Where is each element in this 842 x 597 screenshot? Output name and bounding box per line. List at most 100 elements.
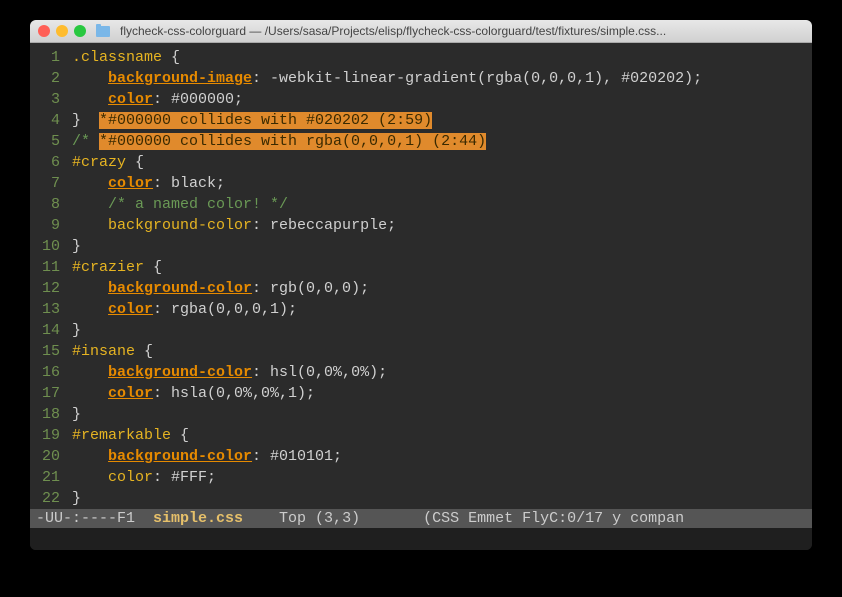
- code-token: [72, 469, 108, 486]
- code-content[interactable]: background-color: hsl(0,0%,0%);: [72, 362, 812, 383]
- code-token: : rgba(0,0,0,1);: [153, 301, 297, 318]
- code-token: [72, 91, 108, 108]
- code-token: }: [72, 322, 81, 339]
- code-content[interactable]: }: [72, 404, 812, 425]
- code-token: background-color: [108, 280, 252, 297]
- code-content[interactable]: }: [72, 320, 812, 341]
- code-token: : -webkit-linear-gradient(rgba(0,0,0,1),…: [252, 70, 702, 87]
- code-token: : #010101;: [252, 448, 342, 465]
- code-token: #crazier: [72, 259, 144, 276]
- line-number: 15: [30, 341, 72, 362]
- code-content[interactable]: color: hsla(0,0%,0%,1);: [72, 383, 812, 404]
- line-number: 12: [30, 278, 72, 299]
- code-line[interactable]: 13 color: rgba(0,0,0,1);: [30, 299, 812, 320]
- code-token: [72, 280, 108, 297]
- code-line[interactable]: 8 /* a named color! */: [30, 194, 812, 215]
- code-token: color: [108, 91, 153, 108]
- line-number: 19: [30, 425, 72, 446]
- code-line[interactable]: 21 color: #FFF;: [30, 467, 812, 488]
- code-content[interactable]: color: rgba(0,0,0,1);: [72, 299, 812, 320]
- minibuffer[interactable]: [30, 528, 812, 550]
- line-number: 16: [30, 362, 72, 383]
- modeline-modes: (CSS Emmet FlyC:0/17 y compan: [423, 510, 684, 527]
- code-line[interactable]: 15#insane {: [30, 341, 812, 362]
- code-content[interactable]: }: [72, 488, 812, 509]
- code-line[interactable]: 16 background-color: hsl(0,0%,0%);: [30, 362, 812, 383]
- code-content[interactable]: color: #FFF;: [72, 467, 812, 488]
- code-token: background-color: [108, 448, 252, 465]
- code-line[interactable]: 2 background-image: -webkit-linear-gradi…: [30, 68, 812, 89]
- code-token: }: [72, 490, 81, 507]
- code-content[interactable]: #crazy {: [72, 152, 812, 173]
- code-line[interactable]: 19#remarkable {: [30, 425, 812, 446]
- code-line[interactable]: 9 background-color: rebeccapurple;: [30, 215, 812, 236]
- line-number: 18: [30, 404, 72, 425]
- code-token: [72, 196, 108, 213]
- code-line[interactable]: 1.classname {: [30, 47, 812, 68]
- code-content[interactable]: /* *#000000 collides with rgba(0,0,0,1) …: [72, 131, 812, 152]
- code-content[interactable]: } *#000000 collides with #020202 (2:59): [72, 110, 812, 131]
- line-number: 21: [30, 467, 72, 488]
- code-content[interactable]: color: black;: [72, 173, 812, 194]
- code-line[interactable]: 6#crazy {: [30, 152, 812, 173]
- code-token: : hsla(0,0%,0%,1);: [153, 385, 315, 402]
- code-token: {: [144, 259, 162, 276]
- code-line[interactable]: 22}: [30, 488, 812, 509]
- code-line[interactable]: 18}: [30, 404, 812, 425]
- code-token: *#000000 collides with #020202 (2:59): [99, 112, 432, 129]
- modeline: -UU-:----F1 simple.css Top (3,3) (CSS Em…: [30, 509, 812, 528]
- code-content[interactable]: .classname {: [72, 47, 812, 68]
- code-token: : #FFF;: [153, 469, 216, 486]
- code-content[interactable]: }: [72, 236, 812, 257]
- code-token: color: [108, 175, 153, 192]
- editor-window: flycheck-css-colorguard — /Users/sasa/Pr…: [30, 20, 812, 550]
- code-content[interactable]: #remarkable {: [72, 425, 812, 446]
- code-line[interactable]: 14}: [30, 320, 812, 341]
- line-number: 10: [30, 236, 72, 257]
- code-line[interactable]: 5/* *#000000 collides with rgba(0,0,0,1)…: [30, 131, 812, 152]
- code-content[interactable]: #insane {: [72, 341, 812, 362]
- code-line[interactable]: 10}: [30, 236, 812, 257]
- line-number: 5: [30, 131, 72, 152]
- code-token: color: [108, 469, 153, 486]
- code-editor[interactable]: 1.classname {2 background-image: -webkit…: [30, 43, 812, 509]
- code-content[interactable]: background-image: -webkit-linear-gradien…: [72, 68, 812, 89]
- code-token: : rgb(0,0,0);: [252, 280, 369, 297]
- code-token: background-color: [108, 217, 252, 234]
- code-token: {: [126, 154, 144, 171]
- line-number: 4: [30, 110, 72, 131]
- close-icon[interactable]: [38, 25, 50, 37]
- modeline-status: -UU-:----F1: [36, 510, 153, 527]
- line-number: 17: [30, 383, 72, 404]
- code-token: : #000000;: [153, 91, 243, 108]
- maximize-icon[interactable]: [74, 25, 86, 37]
- code-line[interactable]: 7 color: black;: [30, 173, 812, 194]
- code-token: : rebeccapurple;: [252, 217, 396, 234]
- code-token: background-color: [108, 364, 252, 381]
- minimize-icon[interactable]: [56, 25, 68, 37]
- code-content[interactable]: background-color: rebeccapurple;: [72, 215, 812, 236]
- line-number: 3: [30, 89, 72, 110]
- code-line[interactable]: 4} *#000000 collides with #020202 (2:59): [30, 110, 812, 131]
- code-content[interactable]: /* a named color! */: [72, 194, 812, 215]
- titlebar: flycheck-css-colorguard — /Users/sasa/Pr…: [30, 20, 812, 43]
- line-number: 9: [30, 215, 72, 236]
- code-line[interactable]: 17 color: hsla(0,0%,0%,1);: [30, 383, 812, 404]
- code-content[interactable]: color: #000000;: [72, 89, 812, 110]
- code-content[interactable]: background-color: #010101;: [72, 446, 812, 467]
- code-content[interactable]: background-color: rgb(0,0,0);: [72, 278, 812, 299]
- code-token: [72, 364, 108, 381]
- code-token: /* a named color! */: [108, 196, 288, 213]
- code-content[interactable]: #crazier {: [72, 257, 812, 278]
- line-number: 13: [30, 299, 72, 320]
- folder-icon: [96, 26, 110, 37]
- line-number: 20: [30, 446, 72, 467]
- code-line[interactable]: 3 color: #000000;: [30, 89, 812, 110]
- code-line[interactable]: 11#crazier {: [30, 257, 812, 278]
- code-token: [72, 70, 108, 87]
- code-line[interactable]: 12 background-color: rgb(0,0,0);: [30, 278, 812, 299]
- code-line[interactable]: 20 background-color: #010101;: [30, 446, 812, 467]
- code-token: *#000000 collides with rgba(0,0,0,1) (2:…: [99, 133, 486, 150]
- line-number: 1: [30, 47, 72, 68]
- code-token: #remarkable: [72, 427, 171, 444]
